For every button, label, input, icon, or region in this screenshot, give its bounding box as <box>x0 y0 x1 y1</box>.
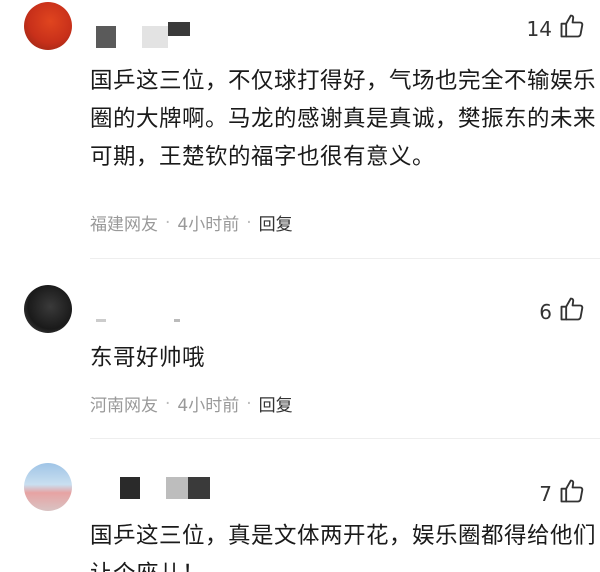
username-redacted[interactable] <box>96 309 206 331</box>
reply-button[interactable]: 回复 <box>259 210 293 235</box>
comment-location: 福建网友 <box>90 215 158 235</box>
comment-text: 国乒这三位，真是文体两开花，娱乐圈都得给他们让个座儿！ <box>90 523 597 572</box>
like-button[interactable]: 14 <box>527 12 586 45</box>
comment-item: 7 国乒这三位，真是文体两开花，娱乐圈都得给他们让个座儿！ <box>0 439 600 572</box>
like-count: 6 <box>539 299 552 324</box>
username-redacted[interactable] <box>96 477 226 499</box>
comment-time: 4小时前 <box>177 215 240 235</box>
comment-item: 14 国乒这三位，不仅球打得好，气场也完全不输娱乐圈的大牌啊。马龙的感谢真是真诚… <box>0 0 600 258</box>
thumbs-up-icon <box>558 12 586 45</box>
avatar[interactable] <box>24 463 72 511</box>
like-count: 14 <box>526 16 552 41</box>
meta-separator: · <box>246 393 252 414</box>
thumbs-up-icon <box>558 477 586 510</box>
meta-separator: · <box>246 212 252 233</box>
comment-time: 4小时前 <box>177 396 240 416</box>
meta-separator: · <box>165 393 171 414</box>
comment-text: 国乒这三位，不仅球打得好，气场也完全不输娱乐圈的大牌啊。马龙的感谢真是真诚，樊振… <box>90 68 597 170</box>
reply-button[interactable]: 回复 <box>259 391 293 416</box>
comment-location: 河南网友 <box>90 396 158 416</box>
avatar[interactable] <box>24 2 72 50</box>
like-count: 7 <box>539 481 552 506</box>
meta-separator: · <box>165 212 171 233</box>
comment-text: 东哥好帅哦 <box>90 345 206 371</box>
like-button[interactable]: 7 <box>539 477 586 510</box>
comment-meta: 河南网友 · 4小时前 · 回复 <box>90 391 293 417</box>
comment-meta: 福建网友 · 4小时前 · 回复 <box>90 210 293 236</box>
avatar[interactable] <box>24 285 72 333</box>
comment-item: 6 东哥好帅哦 河南网友 · 4小时前 · 回复 <box>0 259 600 439</box>
thumbs-up-icon <box>558 295 586 328</box>
username-redacted[interactable] <box>96 22 206 48</box>
like-button[interactable]: 6 <box>539 295 586 328</box>
